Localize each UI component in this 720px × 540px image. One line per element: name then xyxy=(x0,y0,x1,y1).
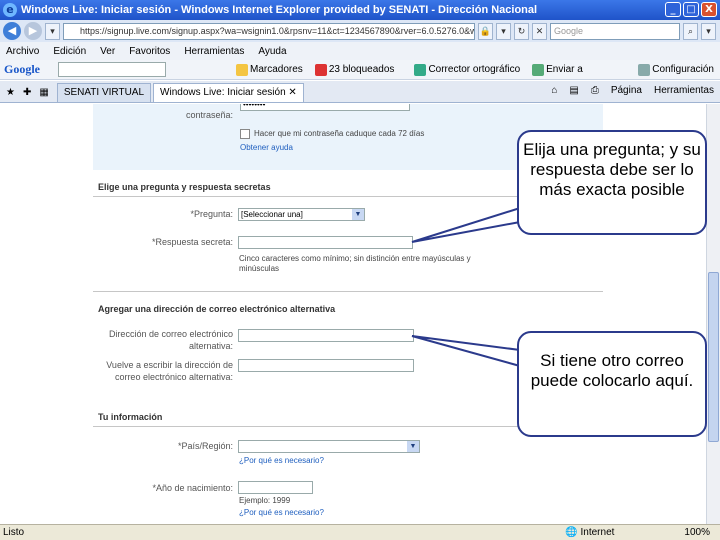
expire-checkbox[interactable] xyxy=(240,129,250,139)
recent-pages-dropdown[interactable]: ▾ xyxy=(45,22,60,40)
popup-blocker-button[interactable]: 23 bloqueados xyxy=(314,63,394,76)
status-text: Listo xyxy=(3,527,25,538)
section-alt-email: Agregar una dirección de correo electrón… xyxy=(98,304,336,314)
expire-checkbox-label: Hacer que mi contraseña caduque cada 72 … xyxy=(254,129,425,138)
tab-senati-virtual[interactable]: SENATI VIRTUAL xyxy=(56,83,152,102)
menu-ver[interactable]: Ver xyxy=(100,46,115,57)
divider xyxy=(93,291,603,292)
quick-tabs-icon[interactable]: ▦ xyxy=(39,87,48,98)
window-title: Windows Live: Iniciar sesión - Windows I… xyxy=(21,4,538,16)
country-label: *País/Región: xyxy=(177,441,233,451)
get-help-link[interactable]: Obtener ayuda xyxy=(240,143,293,152)
window-controls: _ □ X xyxy=(665,2,717,17)
alt-email-label: Dirección de correo electrónico alternat… xyxy=(108,329,233,351)
internet-zone: 🌐 Internet xyxy=(565,527,615,538)
search-dropdown[interactable]: ▾ xyxy=(701,22,716,40)
alt-email-confirm-label: Vuelve a escribir la dirección de correo… xyxy=(106,360,233,382)
close-button[interactable]: X xyxy=(701,2,717,17)
forward-button[interactable]: ▶ xyxy=(24,22,42,40)
url-field[interactable]: https://signup.live.com/signup.aspx?wa=w… xyxy=(63,22,475,40)
google-bookmarks-button[interactable]: Marcadores xyxy=(236,63,303,76)
google-logo[interactable]: Google xyxy=(4,62,40,77)
menu-bar: Archivo Edición Ver Favoritos Herramient… xyxy=(0,42,720,60)
print-icon[interactable]: ⎙ xyxy=(591,85,599,96)
address-bar: ◀ ▶ ▾ https://signup.live.com/signup.asp… xyxy=(0,20,720,42)
tools-menu[interactable]: Herramientas xyxy=(654,85,714,96)
stop-icon[interactable]: ✕ xyxy=(532,22,547,40)
alt-email-callout: Si tiene otro correo puede colocarlo aqu… xyxy=(517,331,707,437)
feeds-icon[interactable]: ▤ xyxy=(569,85,578,96)
vertical-scrollbar[interactable] xyxy=(706,104,720,524)
favorites-star-icon[interactable]: ★ xyxy=(6,87,15,98)
globe-icon: 🌐 xyxy=(565,527,581,538)
answer-hint: Cinco caracteres como mínimo; sin distin… xyxy=(239,254,471,273)
send-icon xyxy=(532,63,545,76)
star-icon xyxy=(236,63,248,76)
send-to-button[interactable]: Enviar a xyxy=(532,63,583,76)
menu-archivo[interactable]: Archivo xyxy=(6,46,39,57)
section-your-info: Tu información xyxy=(98,412,163,422)
home-icon[interactable]: ⌂ xyxy=(551,85,557,96)
spellcheck-button[interactable]: Corrector ortográfico xyxy=(414,63,520,76)
birth-year-label: *Año de nacimiento: xyxy=(152,483,233,493)
alt-email-confirm-field[interactable] xyxy=(238,359,414,372)
menu-edicion[interactable]: Edición xyxy=(53,46,86,57)
command-bar: ⌂ ▤ ⎙ Página Herramientas xyxy=(551,85,714,96)
tab-icons: ★ ✚ ▦ xyxy=(0,87,55,102)
password-label: contraseña: xyxy=(185,110,233,120)
maximize-button[interactable]: □ xyxy=(683,2,699,17)
password-field[interactable]: •••••••• xyxy=(240,104,410,111)
minimize-button[interactable]: _ xyxy=(665,2,681,17)
add-favorite-icon[interactable]: ✚ xyxy=(23,87,31,98)
blocked-icon xyxy=(314,63,327,76)
why-needed-link[interactable]: ¿Por qué es necesario? xyxy=(239,456,324,465)
lock-icon[interactable]: 🔒 xyxy=(478,22,493,40)
close-tab-icon[interactable]: ✕ xyxy=(288,87,296,98)
question-label: *Pregunta: xyxy=(190,209,233,219)
tab-bar: ★ ✚ ▦ SENATI VIRTUAL Windows Live: Inici… xyxy=(0,81,720,103)
birth-year-field[interactable] xyxy=(238,481,313,494)
wrench-icon xyxy=(638,63,651,76)
internet-explorer-icon: e xyxy=(3,3,17,17)
secret-question-callout: Elija una pregunta; y su respuesta debe … xyxy=(517,130,707,235)
birth-year-example: Ejemplo: 1999 xyxy=(239,496,291,505)
country-select[interactable]: ▼ xyxy=(238,440,420,453)
section-secret-question: Elige una pregunta y respuesta secretas xyxy=(98,182,271,192)
title-bar: e Windows Live: Iniciar sesión - Windows… xyxy=(0,0,720,20)
alt-email-field[interactable] xyxy=(238,329,414,342)
menu-favoritos[interactable]: Favoritos xyxy=(129,46,170,57)
menu-ayuda[interactable]: Ayuda xyxy=(258,46,286,57)
answer-label: *Respuesta secreta: xyxy=(151,237,233,247)
google-toolbar: Google Marcadores 23 bloqueados Correcto… xyxy=(0,60,720,80)
tab-label: Windows Live: Iniciar sesión xyxy=(160,87,286,98)
why-needed-link-2[interactable]: ¿Por qué es necesario? xyxy=(239,508,324,517)
search-input[interactable]: Google xyxy=(550,22,680,40)
google-search-input[interactable] xyxy=(58,62,166,77)
refresh-icon[interactable]: ↻ xyxy=(514,22,529,40)
back-button[interactable]: ◀ xyxy=(3,22,21,40)
tab-windows-live[interactable]: Windows Live: Iniciar sesión ✕ xyxy=(153,83,304,102)
address-dropdown[interactable]: ▾ xyxy=(496,22,511,40)
google-settings-button[interactable]: Configuración xyxy=(638,63,714,76)
menu-herramientas[interactable]: Herramientas xyxy=(184,46,244,57)
scrollbar-thumb[interactable] xyxy=(708,272,719,442)
question-select[interactable]: [Seleccionar una] ▼ xyxy=(238,208,365,221)
spellcheck-icon xyxy=(414,63,427,76)
chevron-down-icon[interactable]: ▼ xyxy=(407,441,419,452)
zoom-level[interactable]: 100% xyxy=(684,527,710,538)
status-bar: Listo 🌐 Internet 100% xyxy=(0,524,720,540)
chevron-down-icon[interactable]: ▼ xyxy=(352,209,364,220)
search-icon[interactable]: ⌕ xyxy=(683,22,698,40)
answer-field[interactable] xyxy=(238,236,413,249)
page-menu[interactable]: Página xyxy=(611,85,642,96)
